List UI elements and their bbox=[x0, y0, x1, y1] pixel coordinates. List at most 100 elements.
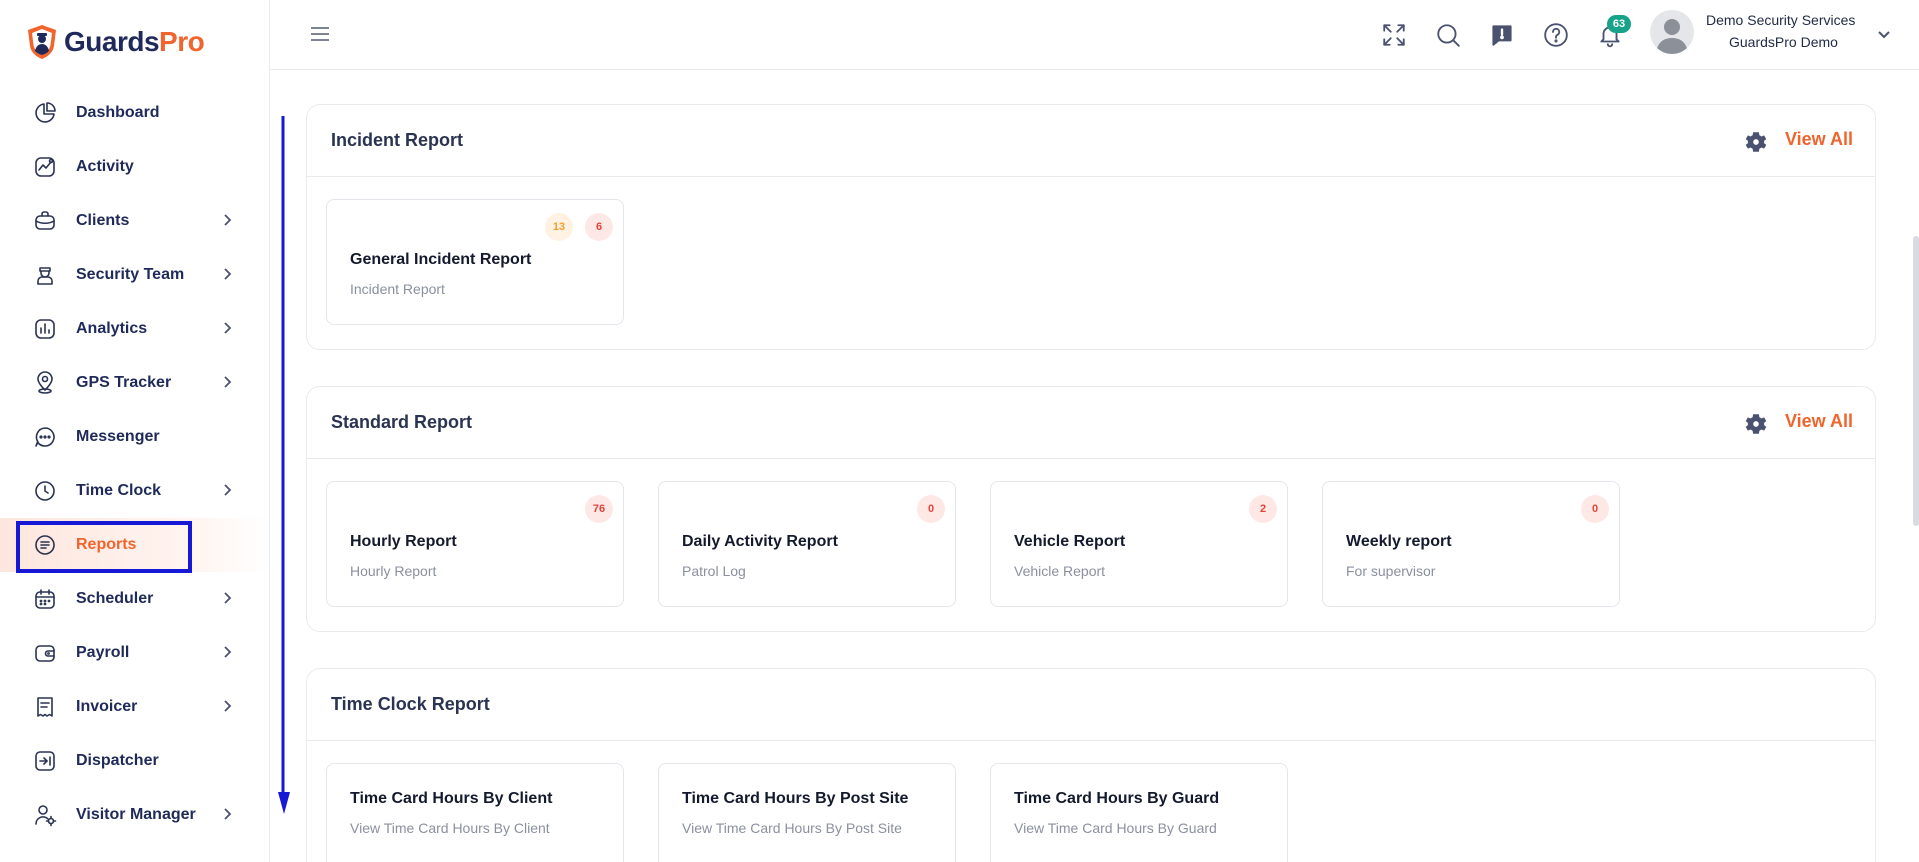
visitor-icon bbox=[32, 802, 58, 828]
sidebar-item-gps-tracker[interactable]: GPS Tracker bbox=[0, 356, 269, 410]
briefcase-icon bbox=[32, 208, 58, 234]
card-subtitle: View Time Card Hours By Client bbox=[350, 820, 550, 836]
sidebar-item-label: Analytics bbox=[76, 320, 148, 337]
section-header: Standard Report View All bbox=[307, 387, 1875, 459]
sidebar-item-label: Clients bbox=[76, 212, 130, 229]
calendar-icon bbox=[32, 586, 58, 612]
chevron-right-icon bbox=[220, 699, 234, 713]
chevron-right-icon bbox=[220, 375, 234, 389]
sidebar-item-payroll[interactable]: Payroll bbox=[0, 626, 269, 680]
count-badge-red: 0 bbox=[917, 495, 945, 523]
card-title: Daily Activity Report bbox=[682, 533, 838, 550]
report-card-hours-by-guard[interactable]: Time Card Hours By Guard View Time Card … bbox=[990, 763, 1288, 862]
reports-highlight-box bbox=[16, 521, 192, 573]
feedback-icon[interactable] bbox=[1488, 21, 1516, 49]
card-title: Hourly Report bbox=[350, 533, 457, 550]
sidebar-item-label: Payroll bbox=[76, 644, 130, 661]
report-card-weekly[interactable]: 0 Weekly report For supervisor bbox=[1322, 481, 1620, 607]
user-company[interactable]: GuardsPro Demo bbox=[1729, 34, 1838, 50]
card-subtitle: View Time Card Hours By Post Site bbox=[682, 820, 902, 836]
map-pin-icon bbox=[32, 370, 58, 396]
dispatch-icon bbox=[32, 748, 58, 774]
report-card-daily-activity[interactable]: 0 Daily Activity Report Patrol Log bbox=[658, 481, 956, 607]
clock-icon bbox=[32, 478, 58, 504]
chevron-right-icon bbox=[220, 807, 234, 821]
pie-chart-icon bbox=[32, 100, 58, 126]
sidebar-item-analytics[interactable]: Analytics bbox=[0, 302, 269, 356]
section-header: Incident Report View All bbox=[307, 105, 1875, 177]
brand-logo[interactable]: GuardsPro bbox=[26, 24, 205, 60]
sidebar-item-label: Time Clock bbox=[76, 482, 162, 499]
report-card-vehicle[interactable]: 2 Vehicle Report Vehicle Report bbox=[990, 481, 1288, 607]
user-silhouette-icon bbox=[1656, 19, 1688, 54]
chat-icon bbox=[32, 424, 58, 450]
sidebar: GuardsPro Dashboard Activity Clients Sec… bbox=[0, 0, 270, 862]
count-badge-red: 76 bbox=[585, 495, 613, 523]
hamburger-menu-icon[interactable] bbox=[308, 22, 332, 46]
sidebar-item-security-team[interactable]: Security Team bbox=[0, 248, 269, 302]
card-title: Time Card Hours By Guard bbox=[1014, 790, 1220, 807]
scroll-down-arrow-icon bbox=[278, 116, 290, 814]
section-title: Incident Report bbox=[331, 130, 464, 150]
sidebar-item-label: Security Team bbox=[76, 266, 185, 283]
standard-report-section: Standard Report View All 76 Hourly Repor… bbox=[306, 386, 1876, 632]
card-subtitle: For supervisor bbox=[1346, 563, 1436, 579]
sidebar-item-label: Dashboard bbox=[76, 104, 160, 121]
chevron-right-icon bbox=[220, 267, 234, 281]
sidebar-item-label: Dispatcher bbox=[76, 752, 159, 769]
activity-icon bbox=[32, 154, 58, 180]
chevron-down-icon[interactable] bbox=[1876, 26, 1892, 42]
gear-icon[interactable] bbox=[1743, 129, 1769, 155]
sidebar-item-label: Visitor Manager bbox=[76, 806, 196, 823]
user-name[interactable]: Demo Security Services bbox=[1706, 12, 1855, 28]
sidebar-item-time-clock[interactable]: Time Clock bbox=[0, 464, 269, 518]
chevron-right-icon bbox=[220, 321, 234, 335]
section-title: Time Clock Report bbox=[331, 694, 490, 714]
sidebar-item-label: Invoicer bbox=[76, 698, 138, 715]
page-scrollbar[interactable] bbox=[1913, 236, 1919, 526]
report-card-general-incident[interactable]: 13 6 General Incident Report Incident Re… bbox=[326, 199, 624, 325]
sidebar-item-visitor-manager[interactable]: Visitor Manager bbox=[0, 788, 269, 842]
wallet-icon bbox=[32, 640, 58, 666]
time-clock-report-section: Time Clock Report Time Card Hours By Cli… bbox=[306, 668, 1876, 862]
help-icon[interactable] bbox=[1542, 21, 1570, 49]
brand-name-part1: Guards bbox=[64, 26, 160, 57]
count-badge-orange: 13 bbox=[545, 213, 573, 241]
search-icon[interactable] bbox=[1434, 21, 1462, 49]
card-title: Time Card Hours By Post Site bbox=[682, 790, 909, 807]
gear-icon[interactable] bbox=[1743, 411, 1769, 437]
guard-icon bbox=[32, 262, 58, 288]
card-subtitle: Incident Report bbox=[350, 281, 445, 297]
sidebar-item-label: Messenger bbox=[76, 428, 160, 445]
incident-report-section: Incident Report View All 13 6 General In… bbox=[306, 104, 1876, 350]
sidebar-item-invoicer[interactable]: Invoicer bbox=[0, 680, 269, 734]
sidebar-item-label: Activity bbox=[76, 158, 134, 175]
report-card-hourly[interactable]: 76 Hourly Report Hourly Report bbox=[326, 481, 624, 607]
view-all-link[interactable]: View All bbox=[1785, 129, 1853, 150]
report-card-hours-by-post-site[interactable]: Time Card Hours By Post Site View Time C… bbox=[658, 763, 956, 862]
notification-count-badge: 63 bbox=[1607, 15, 1631, 33]
top-header: 63 Demo Security Services GuardsPro Demo bbox=[270, 0, 1919, 70]
report-card-hours-by-client[interactable]: Time Card Hours By Client View Time Card… bbox=[326, 763, 624, 862]
sidebar-item-dashboard[interactable]: Dashboard bbox=[0, 86, 269, 140]
sidebar-item-scheduler[interactable]: Scheduler bbox=[0, 572, 269, 626]
sidebar-item-clients[interactable]: Clients bbox=[0, 194, 269, 248]
sidebar-item-label: Scheduler bbox=[76, 590, 154, 607]
brand-name-part2: Pro bbox=[159, 26, 205, 57]
sidebar-nav: Dashboard Activity Clients Security Team… bbox=[0, 86, 269, 842]
card-title: Time Card Hours By Client bbox=[350, 790, 553, 807]
card-subtitle: Vehicle Report bbox=[1014, 563, 1106, 579]
count-badge-red: 6 bbox=[585, 213, 613, 241]
view-all-link[interactable]: View All bbox=[1785, 411, 1853, 432]
invoice-icon bbox=[32, 694, 58, 720]
card-title: General Incident Report bbox=[350, 251, 532, 268]
count-badge-red: 2 bbox=[1249, 495, 1277, 523]
sidebar-item-messenger[interactable]: Messenger bbox=[0, 410, 269, 464]
sidebar-item-activity[interactable]: Activity bbox=[0, 140, 269, 194]
fullscreen-icon[interactable] bbox=[1380, 21, 1408, 49]
avatar[interactable] bbox=[1650, 10, 1694, 54]
card-title: Vehicle Report bbox=[1014, 533, 1126, 550]
sidebar-item-dispatcher[interactable]: Dispatcher bbox=[0, 734, 269, 788]
section-title: Standard Report bbox=[331, 412, 473, 432]
analytics-icon bbox=[32, 316, 58, 342]
